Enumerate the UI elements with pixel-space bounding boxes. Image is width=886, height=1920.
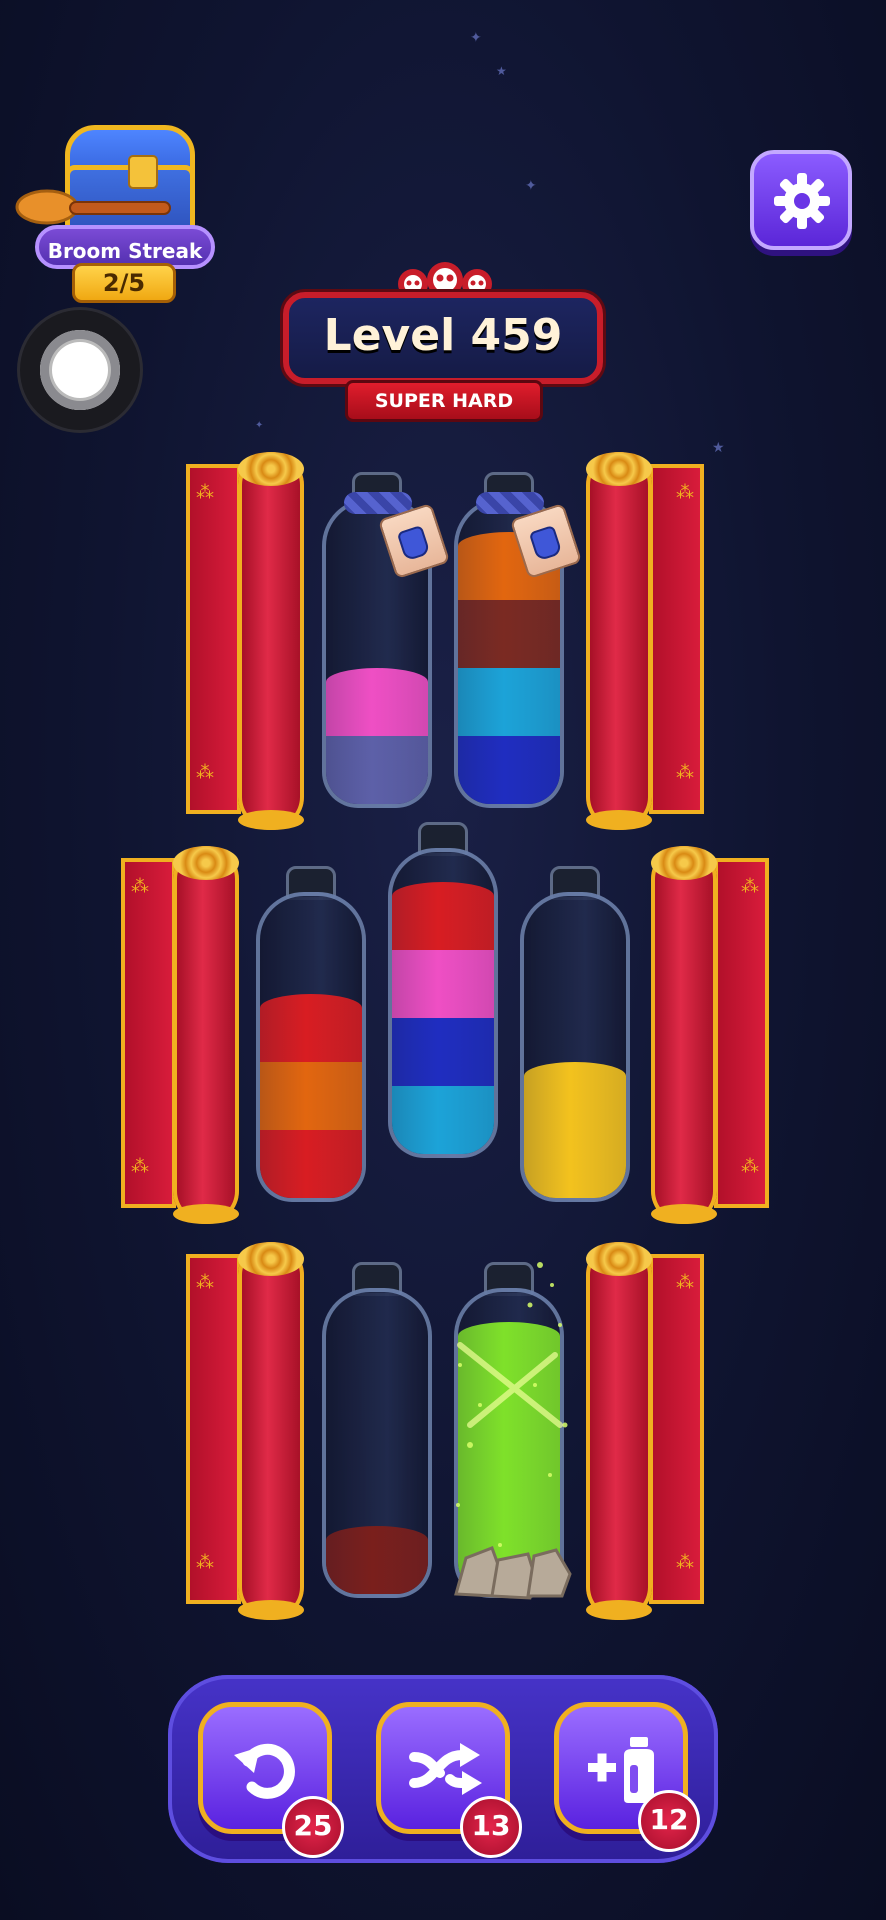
level-title: Level 459 bbox=[323, 310, 563, 361]
lock-icon bbox=[128, 155, 158, 189]
liquid-layer-darkred bbox=[326, 1526, 428, 1594]
rope-lock bbox=[476, 492, 544, 514]
bottle-row1-2[interactable] bbox=[454, 472, 583, 808]
undo-count-badge: 25 bbox=[282, 1796, 344, 1858]
liquid-layer-yellow bbox=[524, 1062, 626, 1130]
liquid-layer-lavender bbox=[326, 736, 428, 804]
add-bottle-count-badge: 12 bbox=[638, 1790, 700, 1852]
liquid-layer-cyan bbox=[458, 668, 560, 736]
liquid-layer-green bbox=[458, 1390, 560, 1458]
curtain-scroll: ⁂ ⁂ bbox=[582, 452, 704, 830]
liquid-layer-pink bbox=[326, 668, 428, 736]
shuffle-count-badge: 13 bbox=[460, 1796, 522, 1858]
liquid-layer-red bbox=[392, 882, 494, 950]
rock-pedestal bbox=[454, 1546, 572, 1600]
star-decor: ✦ bbox=[470, 30, 482, 46]
curtain-scroll: ⁂ ⁂ bbox=[121, 846, 243, 1224]
settings-button[interactable] bbox=[750, 150, 852, 250]
liquid-layer-orange bbox=[260, 1062, 362, 1130]
curtain-scroll: ⁂ ⁂ bbox=[186, 1242, 308, 1620]
liquid-layer-red bbox=[260, 994, 362, 1062]
curtain-scroll: ⁂ ⁂ bbox=[582, 1242, 704, 1620]
liquid-layer-blue bbox=[392, 1018, 494, 1086]
bottle-row3-1[interactable] bbox=[322, 1262, 432, 1598]
broom-icon bbox=[15, 189, 171, 225]
liquid-layer-blue bbox=[458, 736, 560, 804]
record-icon bbox=[40, 330, 120, 410]
undo-icon bbox=[234, 1743, 295, 1799]
curtain-scroll: ⁂ ⁂ bbox=[186, 452, 308, 830]
liquid-layer-green bbox=[458, 1458, 560, 1526]
bottle-row1-1[interactable] bbox=[322, 472, 451, 808]
broom-streak-widget[interactable]: Broom Streak 2/5 bbox=[10, 115, 215, 305]
bottle-row2-1[interactable] bbox=[256, 866, 366, 1202]
star-decor: ✦ bbox=[525, 178, 537, 194]
star-decor: ✦ bbox=[255, 420, 264, 431]
liquid-layer-yellow bbox=[524, 1130, 626, 1198]
star-decor: ★ bbox=[496, 64, 507, 78]
curtain-scroll: ⁂ ⁂ bbox=[647, 846, 769, 1224]
liquid-layer-cyan bbox=[392, 1086, 494, 1154]
add-bottle-icon bbox=[588, 1737, 654, 1803]
liquid-layer-brown bbox=[458, 600, 560, 668]
bottle-row2-2[interactable] bbox=[388, 822, 498, 1158]
shuffle-icon bbox=[409, 1743, 482, 1795]
gear-icon bbox=[774, 173, 830, 229]
liquid-layer-pink bbox=[392, 950, 494, 1018]
liquid-layer-red bbox=[260, 1130, 362, 1198]
liquid-layer-green bbox=[458, 1322, 560, 1390]
record-button[interactable] bbox=[20, 310, 140, 430]
bottle-row2-3[interactable] bbox=[520, 866, 630, 1202]
star-decor: ★ bbox=[712, 440, 725, 456]
rope-lock bbox=[344, 492, 412, 514]
level-plate: Level 459 bbox=[283, 292, 603, 384]
streak-count: 2/5 bbox=[72, 263, 176, 303]
difficulty-label: SUPER HARD bbox=[345, 380, 543, 422]
